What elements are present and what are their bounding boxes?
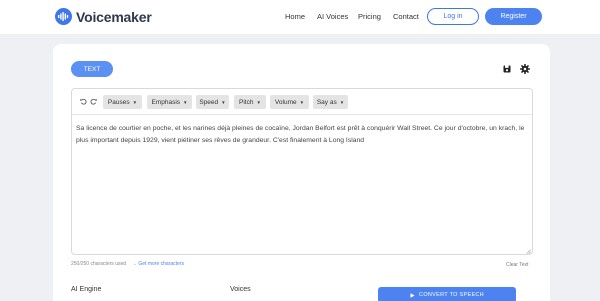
chevron-down-icon: ▼: [183, 99, 188, 105]
volume-dropdown[interactable]: Volume ▼: [270, 95, 309, 109]
emphasis-dropdown[interactable]: Emphasis ▼: [147, 95, 192, 109]
brand-logo[interactable]: Voicemaker: [55, 8, 152, 25]
speed-dropdown[interactable]: Speed ▼: [196, 95, 229, 109]
nav-contact[interactable]: Contact: [393, 12, 419, 21]
chevron-down-icon: ▼: [221, 99, 226, 105]
nav-home[interactable]: Home: [285, 12, 305, 21]
pitch-label: Pitch: [239, 98, 254, 106]
tab-text[interactable]: TEXT: [71, 61, 113, 77]
pauses-label: Pauses: [107, 98, 130, 106]
top-header: Voicemaker Home AI Voices Pricing Contac…: [0, 0, 600, 34]
undo-icon[interactable]: [80, 98, 87, 105]
convert-to-speech-button[interactable]: CONVERT TO SPEECH: [378, 287, 516, 301]
voices-label: Voices: [230, 286, 251, 293]
resize-handle-icon[interactable]: [526, 249, 531, 254]
emphasis-label: Emphasis: [151, 98, 181, 106]
save-icon[interactable]: [503, 65, 511, 73]
play-icon: [410, 292, 415, 298]
character-count: 250/250 characters used: [71, 261, 127, 267]
chevron-down-icon: ▼: [339, 99, 345, 105]
gear-icon[interactable]: [520, 64, 530, 74]
pauses-dropdown[interactable]: Pauses ▼: [103, 95, 142, 109]
login-button[interactable]: Log in: [427, 8, 479, 25]
ai-engine-label: AI Engine: [71, 286, 102, 293]
say-as-dropdown[interactable]: Say as ▼: [313, 95, 348, 109]
brand-name: Voicemaker: [76, 8, 152, 25]
editor-content[interactable]: Sa licence de courtier en poche, et les …: [76, 123, 526, 147]
chevron-down-icon: ▼: [299, 99, 305, 105]
chevron-down-icon: ▼: [132, 99, 138, 105]
volume-label: Volume: [274, 98, 297, 106]
register-button[interactable]: Register: [485, 8, 542, 25]
pitch-dropdown[interactable]: Pitch ▼: [234, 95, 266, 109]
speed-label: Speed: [199, 98, 219, 106]
convert-label: CONVERT TO SPEECH: [419, 292, 484, 298]
say-as-label: Say as: [316, 98, 337, 106]
toolbar-divider: [72, 114, 532, 115]
sound-wave-icon: [55, 8, 72, 25]
get-more-characters-link[interactable]: → Get more characters: [132, 261, 184, 267]
clear-text-button[interactable]: Clear Text: [506, 262, 528, 268]
nav-ai-voices[interactable]: AI Voices: [317, 12, 348, 21]
redo-icon[interactable]: [90, 98, 97, 105]
nav-pricing[interactable]: Pricing: [358, 12, 381, 21]
chevron-down-icon: ▼: [256, 99, 261, 105]
